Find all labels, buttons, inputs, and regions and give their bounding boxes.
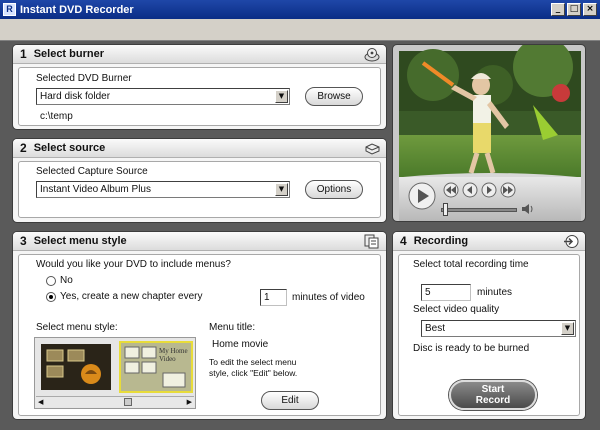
- thumb-scrollbar[interactable]: ◀ ▶: [36, 396, 194, 407]
- source-field-label: Selected Capture Source: [36, 166, 148, 177]
- radio-no[interactable]: [46, 276, 56, 286]
- minutes-of-video-label: minutes of video: [292, 292, 365, 303]
- maximize-button[interactable]: □: [567, 3, 581, 16]
- recording-inner-box: Select total recording time 5 minutes Se…: [398, 254, 580, 416]
- options-button[interactable]: Options: [305, 180, 363, 199]
- panel-header: 1 Select burner: [13, 45, 386, 64]
- video-quality-label: Select video quality: [413, 304, 500, 315]
- thumb-text: My Home Video: [159, 347, 188, 363]
- drive-icon: [365, 143, 380, 155]
- radio-yes[interactable]: [46, 292, 56, 302]
- menu-style-label: Select menu style:: [36, 322, 118, 333]
- select-source-panel: 2 Select source Selected Capture Source …: [12, 138, 387, 223]
- recording-time-label: Select total recording time: [413, 259, 529, 270]
- menu-question: Would you like your DVD to include menus…: [36, 259, 231, 270]
- panel-header: 3 Select menu style: [13, 232, 386, 251]
- chapter-minutes-value: 1: [264, 292, 270, 303]
- burner-path: c:\temp: [40, 111, 73, 122]
- panel-title: Recording: [413, 235, 469, 247]
- step-forward-icon[interactable]: [481, 182, 497, 198]
- disc-icon: [364, 48, 380, 62]
- burner-select[interactable]: Hard disk folder ▼: [36, 88, 290, 105]
- chapter-minutes-input[interactable]: 1: [260, 289, 287, 306]
- title-bar: R Instant DVD Recorder _ □ ×: [0, 0, 600, 19]
- source-select-value: Instant Video Album Plus: [40, 184, 151, 195]
- menu-style-icon: [364, 234, 379, 249]
- menu-style-thumb-2-selected[interactable]: My Home Video: [119, 341, 193, 393]
- menu-title-label: Menu title:: [209, 322, 256, 333]
- edit-button[interactable]: Edit: [261, 391, 319, 410]
- panel-title: Select burner: [33, 48, 104, 60]
- select-burner-panel: 1 Select burner Selected DVD Burner Hard…: [12, 44, 387, 130]
- window-title: Instant DVD Recorder: [20, 3, 134, 16]
- edit-hint: To edit the select menu style, click "Ed…: [209, 357, 298, 378]
- step-number: 4: [400, 234, 407, 248]
- menu-title-value: Home movie: [212, 339, 269, 350]
- panel-header: 4 Recording: [393, 232, 585, 251]
- panel-title: Select menu style: [33, 235, 127, 247]
- minimize-button[interactable]: _: [551, 3, 565, 16]
- browse-button[interactable]: Browse: [305, 87, 363, 106]
- rewind-icon[interactable]: [443, 182, 459, 198]
- burner-inner-box: Selected DVD Burner Hard disk folder ▼ B…: [18, 67, 381, 126]
- step-number: 3: [20, 234, 27, 248]
- play-button[interactable]: [407, 181, 437, 211]
- close-button[interactable]: ×: [583, 3, 597, 16]
- video-quality-value: Best: [425, 323, 446, 334]
- scroll-thumb[interactable]: [124, 398, 132, 406]
- chevron-down-icon[interactable]: ▼: [275, 90, 288, 103]
- panel-header: 2 Select source: [13, 139, 386, 158]
- seek-handle[interactable]: [443, 203, 448, 216]
- step-back-icon[interactable]: [462, 182, 478, 198]
- source-inner-box: Selected Capture Source Instant Video Al…: [18, 161, 381, 218]
- radio-no-label[interactable]: No: [60, 275, 73, 286]
- burner-field-label: Selected DVD Burner: [36, 73, 132, 84]
- fast-forward-icon[interactable]: [500, 182, 516, 198]
- menu-style-thumb-1[interactable]: [41, 344, 111, 390]
- recording-panel: 4 Recording Select total recording time …: [392, 231, 586, 420]
- app-icon: R: [3, 3, 16, 16]
- video-quality-select[interactable]: Best ▼: [421, 320, 576, 337]
- chevron-down-icon[interactable]: ▼: [561, 322, 574, 335]
- scroll-left-icon[interactable]: ◀: [38, 398, 43, 406]
- recording-minutes-input[interactable]: 5: [421, 284, 471, 301]
- record-icon: [564, 235, 579, 248]
- radio-yes-label[interactable]: Yes, create a new chapter every: [60, 291, 203, 302]
- step-number: 2: [20, 141, 27, 155]
- scroll-right-icon[interactable]: ▶: [187, 398, 192, 406]
- video-preview-panel: [392, 44, 586, 222]
- panel-title: Select source: [33, 142, 106, 154]
- start-record-button[interactable]: Start Record: [449, 380, 537, 410]
- recording-minutes-label: minutes: [477, 287, 513, 298]
- volume-icon[interactable]: [521, 203, 535, 215]
- burner-select-value: Hard disk folder: [40, 91, 111, 102]
- start-record-label: Start Record: [475, 384, 511, 406]
- menu-bar: [0, 19, 600, 41]
- window-controls: _ □ ×: [551, 3, 597, 16]
- chevron-down-icon[interactable]: ▼: [275, 183, 288, 196]
- menu-style-thumbnails: My Home Video ◀ ▶: [34, 337, 196, 409]
- source-select[interactable]: Instant Video Album Plus ▼: [36, 181, 290, 198]
- seek-slider[interactable]: [441, 208, 517, 212]
- recording-minutes-value: 5: [425, 287, 431, 298]
- disc-status: Disc is ready to be burned: [413, 343, 530, 354]
- step-number: 1: [20, 47, 27, 61]
